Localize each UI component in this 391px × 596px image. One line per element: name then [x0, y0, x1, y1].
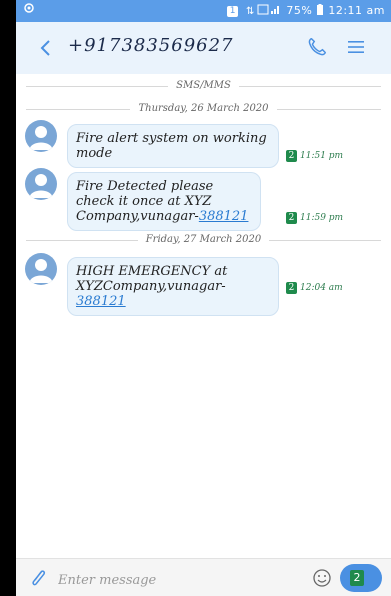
sim-badge: 2 — [286, 150, 297, 162]
date-divider: Thursday, 26 March 2020 — [16, 103, 391, 114]
message-time: 11:59 pm — [300, 213, 344, 223]
status-right: 1 ⇅ 75% 12:11 am — [227, 4, 385, 18]
sim-indicator: 1 — [227, 5, 239, 17]
svg-text:⇅: ⇅ — [246, 6, 255, 15]
message-link[interactable]: 388121 — [76, 294, 126, 309]
messaging-app: 1 ⇅ 75% 12:11 am +917383569627 SMS/MMS T… — [16, 0, 391, 596]
message-bubble[interactable]: HIGH EMERGENCY at XYZCompany,vunagar-388… — [67, 257, 279, 316]
message-bubble[interactable]: Fire alert system on working mode — [67, 124, 279, 168]
composer-bar: 2 — [16, 558, 391, 596]
phone-icon[interactable] — [306, 36, 328, 58]
back-arrow-icon[interactable] — [36, 36, 56, 60]
send-button[interactable]: 2 — [340, 564, 382, 592]
message-meta: 2 12:04 am — [286, 282, 343, 294]
date-divider: Friday, 27 March 2020 — [16, 234, 391, 245]
date-label: Thursday, 26 March 2020 — [130, 103, 277, 114]
menu-icon[interactable] — [347, 38, 365, 56]
clock: 12:11 am — [328, 4, 385, 17]
message-time: 11:51 pm — [300, 151, 344, 161]
date-label: Friday, 27 March 2020 — [137, 234, 270, 245]
message-text: Fire alert system on working mode — [76, 131, 267, 161]
message-bubble[interactable]: Fire Detected please check it once at XY… — [67, 172, 261, 231]
attach-icon[interactable] — [30, 568, 48, 588]
emoji-icon[interactable] — [312, 568, 332, 588]
location-icon — [24, 3, 34, 18]
sim-badge: 2 — [286, 212, 297, 224]
signal-icon: ⇅ — [246, 4, 282, 18]
message-time: 12:04 am — [300, 283, 343, 293]
message-text: HIGH EMERGENCY at XYZCompany,vunagar- — [76, 264, 228, 294]
contact-number: +917383569627 — [68, 35, 234, 56]
avatar — [25, 168, 57, 200]
battery-icon — [316, 4, 324, 18]
message-text: Fire Detected please check it once at XY… — [76, 179, 214, 224]
message-meta: 2 11:59 pm — [286, 212, 343, 224]
sim-badge: 2 — [286, 282, 297, 294]
battery-percent: 75% — [286, 4, 313, 17]
avatar — [25, 253, 57, 285]
status-bar: 1 ⇅ 75% 12:11 am — [16, 0, 391, 22]
channel-label: SMS/MMS — [168, 80, 239, 91]
sim-badge: 2 — [350, 570, 364, 586]
message-meta: 2 11:51 pm — [286, 150, 343, 162]
conversation-header: +917383569627 — [16, 22, 391, 74]
avatar — [25, 120, 57, 152]
message-link[interactable]: 388121 — [199, 209, 249, 224]
message-input[interactable] — [56, 569, 300, 591]
channel-divider: SMS/MMS — [16, 80, 391, 91]
